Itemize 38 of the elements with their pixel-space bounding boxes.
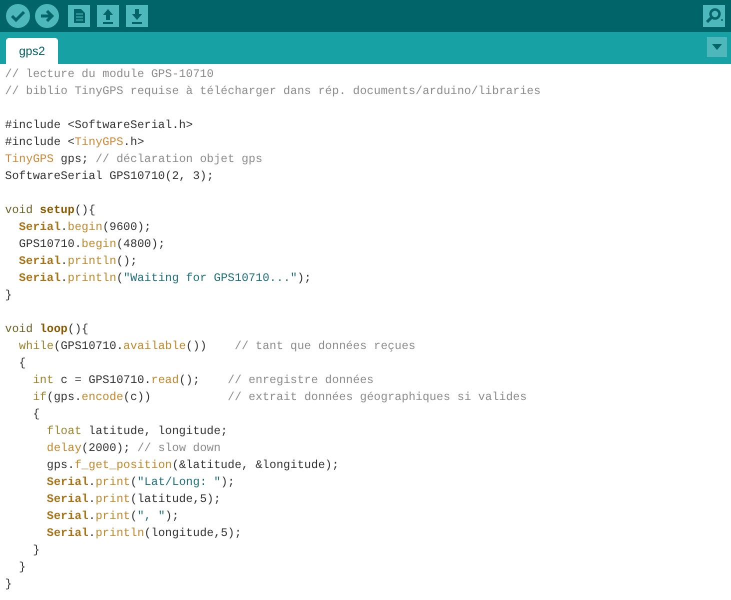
code-line: Serial.print(", "); — [46, 509, 179, 525]
code-line: } — [18, 560, 26, 576]
code-line: #include <SoftwareSerial.h> — [5, 118, 193, 134]
code-line: void loop(){ — [5, 322, 89, 338]
code-line: } — [5, 288, 12, 304]
code-line: Serial.print("Lat/Long: "); — [46, 475, 235, 491]
code-line: SoftwareSerial GPS10710(2, 3); — [5, 169, 214, 185]
code-line: { — [18, 356, 26, 372]
magnifier-icon — [704, 6, 724, 26]
code-line: Serial.println(); — [18, 254, 138, 270]
code-line: int c = GPS10710.read(); // enregistre données — [32, 373, 374, 389]
verify-button[interactable] — [6, 4, 30, 28]
new-button[interactable] — [68, 5, 90, 27]
code-line: Serial.println(longitude,5); — [46, 526, 242, 542]
code-line: #include <TinyGPS.h> — [5, 135, 144, 151]
code-line: if(gps.encode(c)) // extrait données géographiques si valides — [32, 390, 527, 406]
code-line: { — [32, 407, 40, 423]
code-line: } — [32, 543, 40, 559]
tab-menu-button[interactable] — [707, 37, 727, 57]
code-line: delay(2000); // slow down — [46, 441, 221, 457]
code-line: // lecture du module GPS-10710 — [5, 67, 214, 83]
serial-monitor-button[interactable] — [703, 5, 725, 27]
code-line: gps.f_get_position(&latitude, &longitude); — [46, 458, 339, 474]
code-line: while(GPS10710.available()) // tant que données reçues — [18, 339, 416, 355]
save-button[interactable] — [126, 5, 148, 27]
code-line: } — [5, 577, 12, 593]
upload-button[interactable] — [35, 4, 59, 28]
caret-icon — [712, 44, 722, 50]
code-line: Serial.begin(9600); — [18, 220, 152, 236]
code-line: // biblio TinyGPS requise à télécharger dans rép. documents/arduino/libraries — [5, 84, 541, 100]
code-line: TinyGPS gps; // déclaration objet gps — [5, 152, 262, 168]
code-line: Serial.print(latitude,5); — [46, 492, 221, 508]
file-tab[interactable]: gps2 — [6, 38, 58, 64]
code-line: GPS10710.begin(4800); — [18, 237, 166, 253]
open-button[interactable] — [97, 5, 119, 27]
code-line: float latitude, longitude; — [46, 424, 228, 440]
code-line: void setup(){ — [5, 203, 96, 219]
code-line: Serial.println("Waiting for GPS10710..."); — [18, 271, 312, 287]
